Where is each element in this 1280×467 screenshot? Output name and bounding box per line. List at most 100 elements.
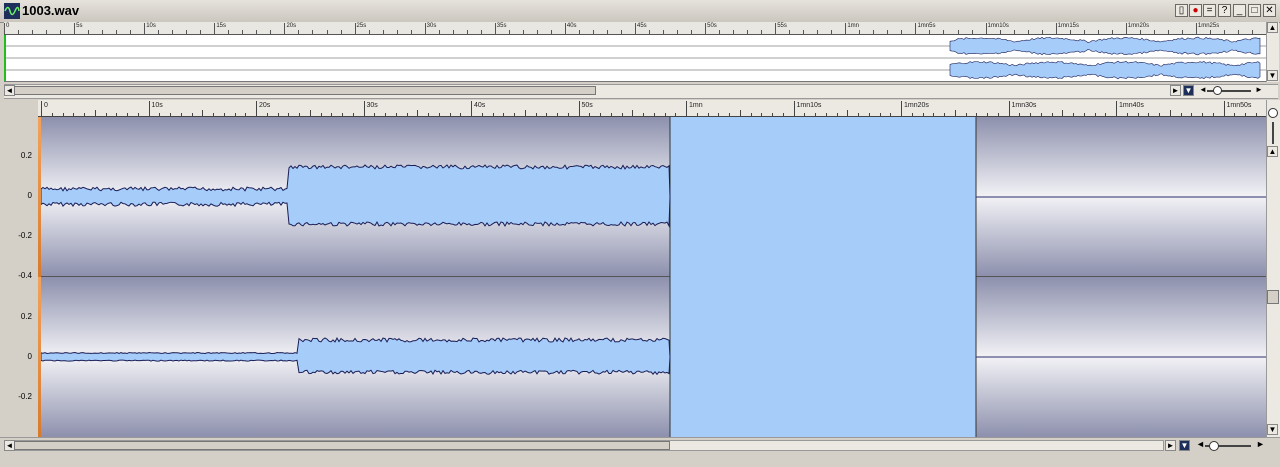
overview-ruler-minor-tick — [578, 30, 580, 34]
main-zoom-plus-icon[interactable]: ► — [1256, 439, 1265, 449]
vertical-zoom-knob[interactable] — [1268, 108, 1278, 118]
main-scroll-down-arrow-icon[interactable]: ▼ — [1267, 424, 1278, 435]
main-scroll-right-arrow-icon[interactable]: ► — [1165, 440, 1176, 451]
pin-button[interactable]: ▯ — [1175, 4, 1188, 17]
main-ruler-minor-tick — [632, 110, 634, 116]
overview-ruler-minor-tick — [1237, 30, 1239, 34]
overview-ruler-minor-tick — [1111, 30, 1113, 34]
overview-ruler-minor-tick — [1083, 30, 1085, 34]
overview-zoom-minus-icon[interactable]: ◄ — [1199, 85, 1207, 94]
main-ruler-minor-tick — [890, 113, 892, 116]
overview-ruler-minor-tick — [999, 30, 1001, 34]
main-ruler-minor-tick — [223, 113, 225, 116]
help-button[interactable]: ? — [1218, 4, 1231, 17]
overview-ruler-tick — [214, 23, 216, 34]
overview-ruler-tick — [564, 23, 566, 34]
main-ruler-tick — [793, 101, 795, 116]
vertical-zoom-slider[interactable] — [1272, 122, 1274, 144]
main-ruler-minor-tick — [653, 113, 655, 116]
main-zoom-menu-icon[interactable]: ▼ — [1179, 440, 1190, 451]
main-ruler-minor-tick — [643, 113, 644, 116]
maximize-button[interactable]: □ — [1248, 4, 1261, 17]
main-ruler-tick — [901, 101, 902, 116]
overview-ruler-minor-tick — [396, 30, 398, 34]
overview-ruler-minor-tick — [536, 30, 538, 34]
amplitude-label: 0 — [27, 352, 32, 361]
main-ruler-minor-tick — [933, 113, 935, 116]
main-scroll-up-arrow-icon[interactable]: ▲ — [1267, 146, 1278, 157]
overview-scroll-right-arrow-icon[interactable]: ► — [1170, 85, 1181, 96]
overview-scroll-down-arrow-icon[interactable]: ▼ — [1267, 70, 1278, 81]
main-ruler-minor-tick — [718, 113, 720, 116]
main-ruler-label: 1mn50s — [1226, 102, 1252, 109]
main-ruler-minor-tick — [997, 113, 999, 116]
overview-ruler-minor-tick — [1223, 30, 1225, 34]
overview-ruler-minor-tick — [747, 30, 749, 34]
main-scroll-thumb[interactable] — [14, 441, 670, 450]
overview-ruler-minor-tick — [158, 30, 160, 34]
main-ruler-minor-tick — [772, 113, 773, 116]
restore-button[interactable]: = — [1203, 4, 1216, 17]
overview-ruler-minor-tick — [592, 30, 594, 34]
main-ruler-label: 50s — [581, 102, 593, 109]
overview-scroll-thumb[interactable] — [14, 86, 596, 95]
main-ruler-tick — [363, 101, 365, 116]
amplitude-label: -0.2 — [18, 231, 32, 240]
main-ruler-minor-tick — [1169, 110, 1171, 116]
overview-zoom-plus-icon[interactable]: ► — [1255, 85, 1263, 94]
main-ruler-minor-tick — [1073, 113, 1074, 116]
main-ruler-minor-tick — [589, 113, 591, 116]
main-ruler-minor-tick — [170, 113, 171, 116]
overview-waveform[interactable] — [4, 35, 1266, 82]
main-zoom-knob[interactable] — [1209, 441, 1219, 451]
close-button[interactable]: ✕ — [1263, 4, 1276, 17]
overview-ruler-tick — [74, 23, 76, 34]
overview-scroll-up-arrow-icon[interactable]: ▲ — [1267, 22, 1278, 33]
main-vertical-scroll-thumb[interactable] — [1267, 290, 1279, 304]
overview-vertical-scrollbar[interactable]: ▲ ▼ — [1266, 22, 1279, 82]
main-ruler-minor-tick — [127, 113, 128, 116]
main-vertical-scrollbar[interactable]: ▲ ▼ — [1266, 100, 1280, 437]
main-ruler-tick — [256, 101, 257, 116]
overview-playhead[interactable] — [4, 35, 6, 81]
overview-ruler-minor-tick — [943, 30, 945, 34]
minimize-button[interactable]: _ — [1233, 4, 1246, 17]
main-ruler-minor-tick — [492, 113, 494, 116]
overview-ruler-minor-tick — [1097, 30, 1099, 34]
overview-ruler-minor-tick — [102, 30, 104, 34]
main-ruler-minor-tick — [825, 113, 827, 116]
main-ruler-minor-tick — [1148, 113, 1150, 116]
main-waveform[interactable] — [41, 117, 1266, 437]
overview-zoom-menu-icon[interactable]: ▼ — [1183, 85, 1194, 96]
main-ruler-minor-tick — [514, 113, 515, 116]
main-ruler-minor-tick — [815, 113, 816, 116]
overview-ruler-tick — [284, 23, 286, 34]
overview-ruler-minor-tick — [438, 30, 440, 34]
main-ruler-minor-tick — [245, 113, 247, 116]
main-ruler-minor-tick — [116, 113, 118, 116]
overview-channel-1 — [949, 36, 1261, 56]
overview-ruler-tick — [354, 23, 356, 34]
overview-ruler-minor-tick — [1209, 30, 1211, 34]
main-ruler-minor-tick — [1083, 113, 1085, 116]
overview-ruler-minor-tick — [368, 30, 370, 34]
main-ruler-minor-tick — [62, 113, 64, 116]
main-ruler-minor-tick — [836, 113, 838, 116]
main-zoom-minus-icon[interactable]: ◄ — [1196, 439, 1205, 449]
main-ruler-label: 1mn20s — [904, 102, 929, 109]
overview-zoom-knob[interactable] — [1213, 86, 1222, 95]
main-ruler-tick — [471, 101, 472, 116]
main-ruler-minor-tick — [858, 113, 859, 116]
main-ruler-minor-tick — [610, 113, 612, 116]
overview-ruler-minor-tick — [1041, 30, 1043, 34]
overview-ruler-minor-tick — [46, 30, 48, 34]
overview-ruler-minor-tick — [130, 30, 132, 34]
overview-ruler-tick — [705, 23, 707, 34]
main-time-ruler[interactable]: 0 10s 20s 30s 40s 50s 1mn 1mn10s 1mn20s 1mn30s 1mn… — [38, 100, 1266, 117]
overview-ruler-minor-tick — [228, 30, 230, 34]
main-ruler-minor-tick — [567, 113, 569, 116]
overview-ruler[interactable]: 0 5s 10s 15s 20s 25s 30s 35s 40s 45s 50s 55s 1mn 1mn5… — [4, 22, 1266, 35]
record-button[interactable]: ● — [1189, 4, 1202, 17]
main-ruler-minor-tick — [406, 113, 408, 116]
overview-ruler-tick — [915, 23, 917, 34]
